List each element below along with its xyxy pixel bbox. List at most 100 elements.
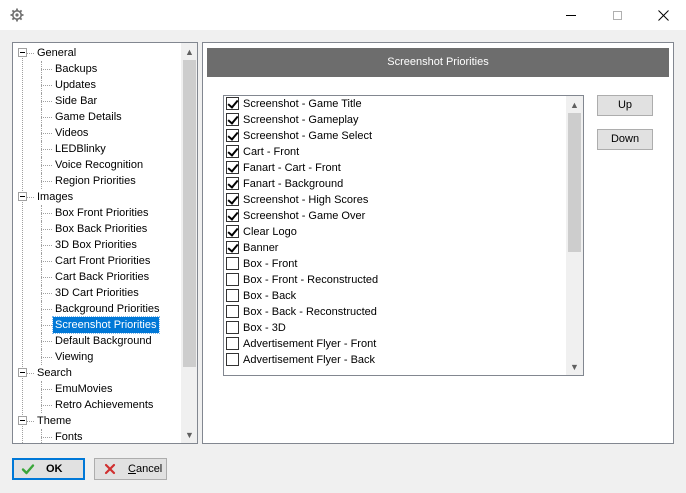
tree-item-label: 3D Cart Priorities bbox=[55, 287, 139, 299]
tree-item-screenshot-priorities[interactable]: Screenshot Priorities bbox=[13, 316, 181, 334]
priority-item[interactable]: Box - Front bbox=[226, 256, 564, 272]
collapse-icon[interactable] bbox=[18, 368, 27, 377]
tree-category-search[interactable]: Search bbox=[13, 365, 181, 381]
tree-item-3d-box-priorities[interactable]: 3D Box Priorities bbox=[13, 237, 181, 253]
priority-checkbox[interactable] bbox=[226, 113, 239, 126]
priority-item[interactable]: Screenshot - Game Title bbox=[226, 96, 564, 112]
tree-item-emumovies[interactable]: EmuMovies bbox=[13, 381, 181, 397]
priority-label: Advertisement Flyer - Back bbox=[243, 354, 376, 366]
priority-checkbox[interactable] bbox=[226, 177, 239, 190]
priority-checkbox[interactable] bbox=[226, 161, 239, 174]
tree-item-game-details[interactable]: Game Details bbox=[13, 109, 181, 125]
scroll-thumb[interactable] bbox=[568, 113, 581, 252]
tree-item-box-front-priorities[interactable]: Box Front Priorities bbox=[13, 205, 181, 221]
priority-checkbox[interactable] bbox=[226, 129, 239, 142]
tree-item-videos[interactable]: Videos bbox=[13, 125, 181, 141]
priority-checkbox[interactable] bbox=[226, 321, 239, 334]
collapse-icon[interactable] bbox=[18, 416, 27, 425]
minimize-button[interactable] bbox=[548, 0, 594, 30]
tree-item-backups[interactable]: Backups bbox=[13, 61, 181, 77]
priority-item[interactable]: Screenshot - High Scores bbox=[226, 192, 564, 208]
priority-item[interactable]: Advertisement Flyer - Front bbox=[226, 336, 564, 352]
tree-connector bbox=[27, 53, 34, 54]
priority-item[interactable]: Box - Front - Reconstructed bbox=[226, 272, 564, 288]
priority-item[interactable]: Screenshot - Gameplay bbox=[226, 112, 564, 128]
tree-connector bbox=[41, 389, 52, 390]
priority-checkbox[interactable] bbox=[226, 353, 239, 366]
priority-scrollbar[interactable]: ▲ ▼ bbox=[566, 96, 583, 375]
priority-item[interactable]: Fanart - Cart - Front bbox=[226, 160, 564, 176]
tree-item-updates[interactable]: Updates bbox=[13, 77, 181, 93]
tree-connector bbox=[41, 213, 52, 214]
priority-checkbox[interactable] bbox=[226, 273, 239, 286]
priority-item[interactable]: Fanart - Background bbox=[226, 176, 564, 192]
maximize-button[interactable] bbox=[594, 0, 640, 30]
tree-item-3d-cart-priorities[interactable]: 3D Cart Priorities bbox=[13, 285, 181, 301]
tree-item-voice-recognition[interactable]: Voice Recognition bbox=[13, 157, 181, 173]
tree-item-box-back-priorities[interactable]: Box Back Priorities bbox=[13, 221, 181, 237]
tree-item-label: Retro Achievements bbox=[55, 399, 154, 411]
tree-item-ledblinky[interactable]: LEDBlinky bbox=[13, 141, 181, 157]
tree-item-label: LEDBlinky bbox=[55, 143, 106, 155]
tree-category-images[interactable]: Images bbox=[13, 189, 181, 205]
tree-category-general[interactable]: General bbox=[13, 45, 181, 61]
tree-scrollbar[interactable]: ▲ ▼ bbox=[181, 43, 197, 443]
priority-label: Screenshot - Gameplay bbox=[243, 114, 359, 126]
scroll-down-icon[interactable]: ▼ bbox=[566, 358, 583, 375]
priority-checkbox[interactable] bbox=[226, 289, 239, 302]
tree-item-retro-achievements[interactable]: Retro Achievements bbox=[13, 397, 181, 413]
tree-item-region-priorities[interactable]: Region Priorities bbox=[13, 173, 181, 189]
tree-item-cart-front-priorities[interactable]: Cart Front Priorities bbox=[13, 253, 181, 269]
ok-button[interactable]: OK bbox=[12, 458, 85, 480]
priority-items: Screenshot - Game Title Screenshot - Game… bbox=[224, 96, 566, 375]
tree-connector bbox=[41, 117, 52, 118]
tree-item-viewing[interactable]: Viewing bbox=[13, 349, 181, 365]
cancel-button[interactable]: Cancel bbox=[94, 458, 167, 480]
tree-item-label: Viewing bbox=[55, 351, 94, 363]
priority-checkbox[interactable] bbox=[226, 337, 239, 350]
priority-checkbox[interactable] bbox=[226, 209, 239, 222]
tree-item-label: Voice Recognition bbox=[55, 159, 144, 171]
tree-item-label: Videos bbox=[55, 127, 89, 139]
priority-checkbox[interactable] bbox=[226, 225, 239, 238]
priority-item[interactable]: Clear Logo bbox=[226, 224, 564, 240]
priority-list[interactable]: Screenshot - Game Title Screenshot - Game… bbox=[223, 95, 584, 376]
scroll-down-icon[interactable]: ▼ bbox=[181, 426, 197, 443]
tree-item-background-priorities[interactable]: Background Priorities bbox=[13, 301, 181, 317]
priority-checkbox[interactable] bbox=[226, 145, 239, 158]
tree-connector bbox=[41, 293, 52, 294]
priority-item[interactable]: Cart - Front bbox=[226, 144, 564, 160]
settings-tree[interactable]: General Backups Updates Side Bar Game Detail… bbox=[12, 42, 198, 444]
collapse-icon[interactable] bbox=[18, 48, 27, 57]
priority-checkbox[interactable] bbox=[226, 257, 239, 270]
tree-connector bbox=[41, 133, 52, 134]
collapse-icon[interactable] bbox=[18, 192, 27, 201]
priority-label: Advertisement Flyer - Front bbox=[243, 338, 377, 350]
tree-item-label: Search bbox=[37, 367, 72, 379]
priority-item[interactable]: Box - Back - Reconstructed bbox=[226, 304, 564, 320]
scroll-thumb[interactable] bbox=[183, 60, 196, 367]
priority-checkbox[interactable] bbox=[226, 193, 239, 206]
priority-item[interactable]: Banner bbox=[226, 240, 564, 256]
priority-checkbox[interactable] bbox=[226, 241, 239, 254]
tree-item-cart-back-priorities[interactable]: Cart Back Priorities bbox=[13, 269, 181, 285]
priority-item[interactable]: Box - 3D bbox=[226, 320, 564, 336]
priority-item[interactable]: Screenshot - Game Select bbox=[226, 128, 564, 144]
tree-item-side-bar[interactable]: Side Bar bbox=[13, 93, 181, 109]
move-down-button[interactable]: Down bbox=[597, 129, 653, 150]
priority-checkbox[interactable] bbox=[226, 305, 239, 318]
tree-item-fonts[interactable]: Fonts bbox=[13, 429, 181, 443]
checkmark-icon bbox=[227, 97, 239, 109]
priority-item[interactable]: Screenshot - Game Over bbox=[226, 208, 564, 224]
priority-item[interactable]: Box - Back bbox=[226, 288, 564, 304]
close-button[interactable] bbox=[640, 0, 686, 30]
move-up-button[interactable]: Up bbox=[597, 95, 653, 116]
priority-checkbox[interactable] bbox=[226, 97, 239, 110]
scroll-up-icon[interactable]: ▲ bbox=[566, 96, 583, 113]
tree-connector bbox=[27, 197, 34, 198]
tree-item-default-background[interactable]: Default Background bbox=[13, 333, 181, 349]
priority-item[interactable]: Advertisement Flyer - Back bbox=[226, 352, 564, 368]
checkmark-icon bbox=[227, 113, 239, 125]
scroll-up-icon[interactable]: ▲ bbox=[181, 43, 197, 60]
tree-category-theme[interactable]: Theme bbox=[13, 413, 181, 429]
